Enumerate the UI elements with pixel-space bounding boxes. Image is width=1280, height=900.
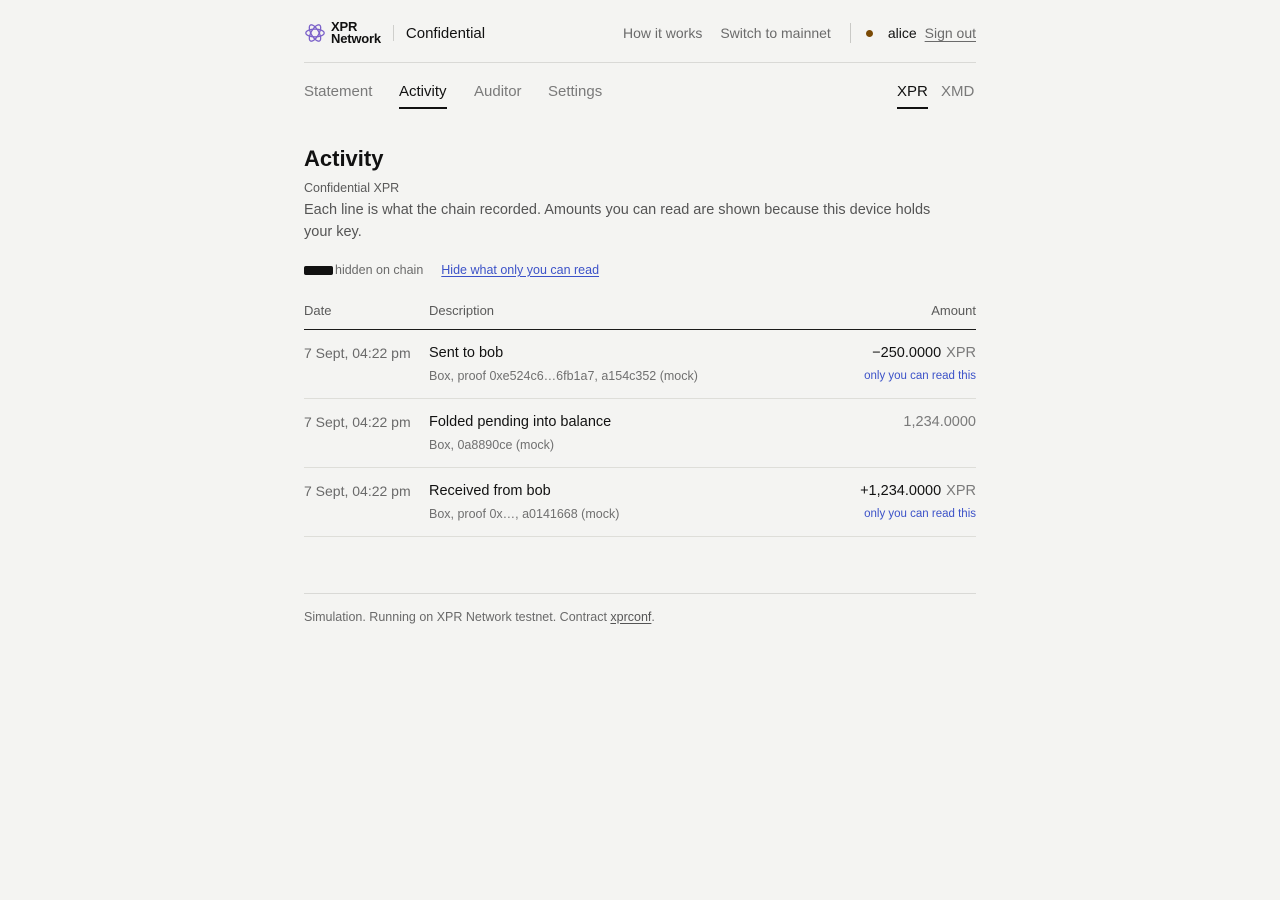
activity-table: Date Description Amount 7 Sept, 04:22 pm…	[304, 300, 976, 537]
tab-bar: Statement Activity Auditor Settings XPR …	[304, 83, 976, 111]
amount-value: −250.0000	[872, 345, 942, 361]
private-note: only you can read this	[864, 508, 976, 520]
row-date: 7 Sept, 04:22 pm	[304, 483, 411, 499]
legend: hidden on chain Hide what only you can r…	[304, 263, 599, 277]
hidden-swatch-icon	[304, 265, 333, 275]
row-title: Folded pending into balance	[429, 414, 612, 430]
brand-name: Confidential	[405, 24, 486, 42]
row-amount: +1,234.0000 XPR	[860, 483, 976, 499]
logo-line-2: Network	[331, 31, 381, 46]
amount-value: 1,234.0000	[903, 414, 976, 430]
table-row[interactable]: 7 Sept, 04:22 pm Received from bob Box, …	[304, 468, 976, 537]
row-title: Sent to bob	[429, 345, 504, 361]
footer-end: .	[651, 610, 655, 624]
sign-out-link[interactable]: Sign out	[925, 25, 976, 41]
tab-auditor[interactable]: Auditor	[474, 83, 522, 107]
hide-readable-toggle-link[interactable]: Hide what only you can read	[441, 263, 599, 277]
table-row[interactable]: 7 Sept, 04:22 pm Folded pending into bal…	[304, 399, 976, 468]
nav-divider	[849, 23, 851, 43]
token-tab-xpr[interactable]: XPR	[897, 83, 928, 109]
page-container: XPR Network Confidential How it works Sw…	[304, 0, 976, 624]
row-title: Received from bob	[429, 483, 551, 499]
column-header-amount: Amount	[931, 303, 976, 318]
brand[interactable]: XPR Network Confidential	[304, 20, 486, 46]
row-amount: 1,234.0000	[903, 414, 976, 430]
row-date: 7 Sept, 04:22 pm	[304, 414, 411, 430]
page-title: Activity	[304, 146, 384, 171]
row-detail: Box, 0a8890ce (mock)	[429, 438, 555, 452]
row-date: 7 Sept, 04:22 pm	[304, 345, 411, 361]
tab-statement[interactable]: Statement	[304, 83, 372, 107]
page-description: Each line is what the chain recorded. Am…	[304, 202, 931, 240]
switch-to-mainnet-link[interactable]: Switch to mainnet	[720, 25, 831, 41]
contract-link[interactable]: xprconf	[610, 610, 651, 624]
private-note: only you can read this	[864, 370, 976, 382]
amount-unit: XPR	[946, 345, 976, 361]
legend-label: hidden on chain	[335, 263, 424, 277]
brand-divider	[392, 25, 394, 41]
row-detail: Box, proof 0xe524c6…6fb1a7, a154c352 (mo…	[429, 369, 698, 383]
column-header-description: Description	[429, 303, 495, 318]
table-row[interactable]: 7 Sept, 04:22 pm Sent to bob Box, proof …	[304, 330, 976, 399]
amount-value: +1,234.0000	[860, 483, 942, 499]
top-nav: How it works Switch to mainnet alice Sig…	[623, 22, 976, 44]
top-header: XPR Network Confidential How it works Sw…	[304, 0, 976, 63]
xpr-logo-icon	[305, 24, 325, 42]
footer-text: Simulation. Running on XPR Network testn…	[304, 610, 611, 624]
page-subtitle: Confidential XPR	[304, 181, 400, 195]
table-header: Date Description Amount	[304, 300, 976, 330]
footer: Simulation. Running on XPR Network testn…	[304, 593, 976, 624]
tab-activity[interactable]: Activity	[399, 83, 447, 109]
column-header-date: Date	[304, 303, 332, 318]
how-it-works-link[interactable]: How it works	[623, 25, 702, 41]
status-dot-icon	[865, 29, 873, 37]
tab-settings[interactable]: Settings	[548, 83, 602, 107]
logo-wordmark: XPR Network	[331, 20, 381, 46]
user-name: alice	[887, 25, 917, 41]
amount-unit: XPR	[946, 483, 976, 499]
row-amount: −250.0000 XPR	[872, 345, 976, 361]
token-tab-xmd[interactable]: XMD	[941, 83, 974, 107]
row-detail: Box, proof 0x…, a0141668 (mock)	[429, 507, 620, 521]
